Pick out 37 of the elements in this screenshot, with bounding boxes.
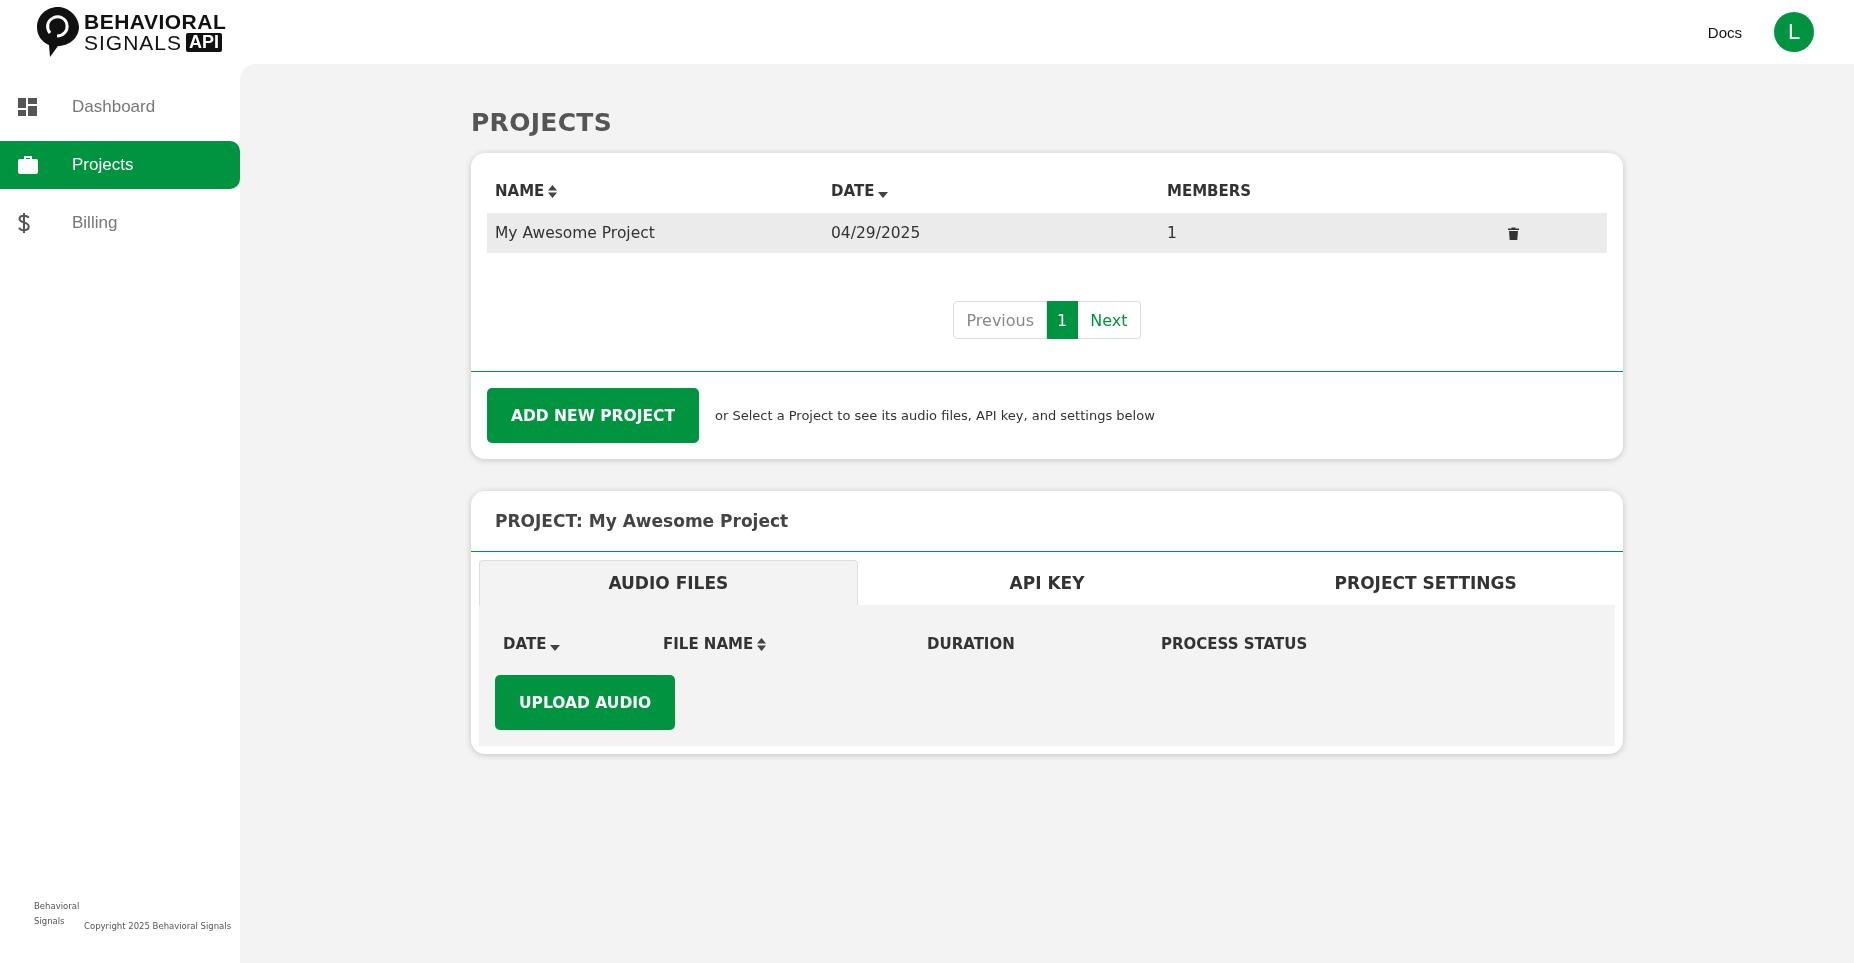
column-header: PROCESS STATUS xyxy=(1161,635,1308,653)
footer-logo-text: Behavioral Signals xyxy=(34,900,81,928)
copyright-text: Copyright 2025 Behavioral Signals xyxy=(84,920,232,932)
sidebar-item[interactable]: Dashboard xyxy=(0,83,240,131)
column-header: DATE xyxy=(831,182,875,200)
page-button[interactable]: 1 xyxy=(1047,301,1079,339)
speech-bubble-logo-icon xyxy=(36,6,80,58)
user-avatar[interactable]: L xyxy=(1774,12,1814,52)
sort-down-icon[interactable] xyxy=(878,192,889,198)
add-project-button[interactable]: ADD NEW PROJECT xyxy=(487,388,699,443)
table-cell: 04/29/2025 xyxy=(831,224,921,242)
column-header: DURATION xyxy=(927,635,1015,653)
docs-link[interactable]: Docs xyxy=(1707,23,1742,41)
page-title: PROJECTS xyxy=(471,108,612,137)
logo-text: BEHAVIORAL xyxy=(84,11,227,32)
column-header: FILE NAME xyxy=(663,635,754,653)
sidebar-item[interactable]: Projects xyxy=(0,141,240,189)
trash-icon[interactable] xyxy=(1508,226,1519,240)
table-cell: My Awesome Project xyxy=(495,224,655,242)
column-header: DATE xyxy=(503,635,547,653)
tab[interactable]: AUDIO FILES xyxy=(479,560,858,605)
logo-badge: API xyxy=(186,33,223,52)
dollar-icon xyxy=(18,213,30,233)
table-cell: 1 xyxy=(1167,224,1177,242)
column-header: NAME xyxy=(495,182,545,200)
hint-text: or Select a Project to see its audio files, API key, and settings below xyxy=(714,408,1155,423)
sort-down-icon[interactable] xyxy=(550,645,561,651)
logo-text: SIGNALS xyxy=(84,32,183,53)
sort-icon[interactable] xyxy=(548,184,558,198)
briefcase-icon xyxy=(18,156,38,174)
upload-audio-button[interactable]: UPLOAD AUDIO xyxy=(495,675,676,730)
column-header: MEMBERS xyxy=(1167,182,1252,200)
dashboard-icon xyxy=(18,98,37,116)
sort-icon[interactable] xyxy=(757,637,767,651)
panel-title: PROJECT: My Awesome Project xyxy=(495,511,789,531)
next-button[interactable]: Next xyxy=(1078,301,1141,339)
sidebar-item[interactable]: Billing xyxy=(0,199,240,247)
